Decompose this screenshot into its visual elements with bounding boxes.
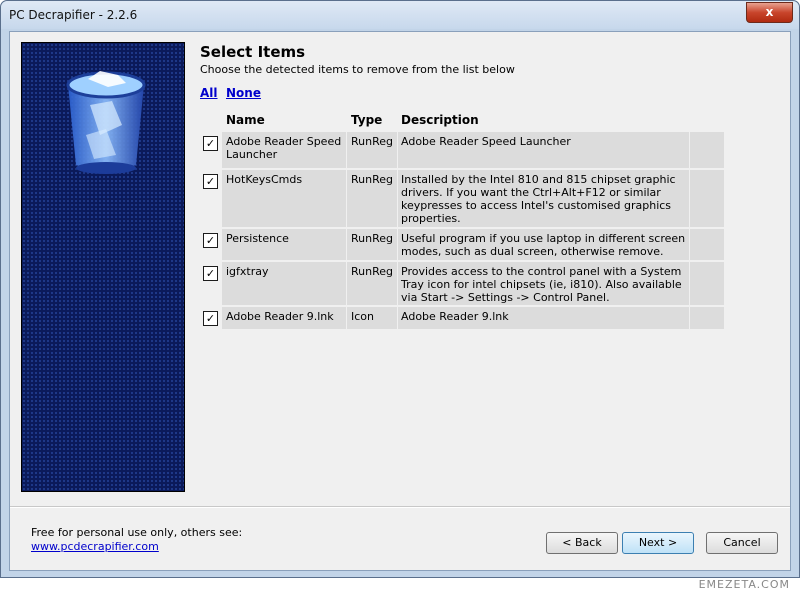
item-checkbox[interactable]: ✓ bbox=[203, 233, 218, 248]
wizard-page: Select Items Choose the detected items t… bbox=[9, 31, 791, 571]
website-link[interactable]: www.pcdecrapifier.com bbox=[31, 540, 159, 553]
item-type: RunReg bbox=[351, 173, 393, 186]
close-button[interactable]: x bbox=[746, 2, 793, 23]
item-name: igfxtray bbox=[226, 265, 269, 278]
column-header-description[interactable]: Description bbox=[401, 113, 479, 127]
license-text: Free for personal use only, others see: bbox=[31, 526, 243, 539]
next-button[interactable]: Next > bbox=[622, 532, 694, 554]
table-header: Name Type Description bbox=[200, 110, 724, 132]
page-title: Select Items bbox=[200, 43, 306, 61]
table-row[interactable]: ✓ Persistence RunReg Useful program if y… bbox=[200, 229, 724, 260]
watermark: EMEZETA.COM bbox=[698, 578, 790, 591]
back-button[interactable]: < Back bbox=[546, 532, 618, 554]
item-name: Adobe Reader Speed Launcher bbox=[226, 135, 342, 161]
item-description: Useful program if you use laptop in diff… bbox=[401, 232, 686, 258]
item-checkbox[interactable]: ✓ bbox=[203, 266, 218, 281]
select-none-link[interactable]: None bbox=[226, 86, 261, 100]
footer-divider bbox=[10, 506, 790, 508]
title-bar[interactable]: PC Decrapifier - 2.2.6 x bbox=[1, 1, 799, 29]
item-type: Icon bbox=[351, 310, 374, 323]
item-checkbox[interactable]: ✓ bbox=[203, 136, 218, 151]
recycle-bin-icon bbox=[60, 65, 152, 180]
item-checkbox[interactable]: ✓ bbox=[203, 174, 218, 189]
table-row[interactable]: ✓ igfxtray RunReg Provides access to the… bbox=[200, 262, 724, 305]
item-type: RunReg bbox=[351, 232, 393, 245]
checkmark-icon: ✓ bbox=[205, 234, 216, 247]
item-name: Adobe Reader 9.lnk bbox=[226, 310, 334, 323]
items-table: Name Type Description ✓ Adobe Reader Spe… bbox=[200, 110, 724, 331]
item-description: Provides access to the control panel wit… bbox=[401, 265, 682, 304]
item-name: HotKeysCmds bbox=[226, 173, 303, 186]
checkmark-icon: ✓ bbox=[205, 312, 216, 325]
column-header-type[interactable]: Type bbox=[351, 113, 382, 127]
window-title: PC Decrapifier - 2.2.6 bbox=[9, 8, 138, 22]
app-window: PC Decrapifier - 2.2.6 x Select Items Ch… bbox=[0, 0, 800, 578]
item-description: Adobe Reader Speed Launcher bbox=[401, 135, 571, 148]
select-all-link[interactable]: All bbox=[200, 86, 218, 100]
item-description: Installed by the Intel 810 and 815 chips… bbox=[401, 173, 676, 225]
item-type: RunReg bbox=[351, 265, 393, 278]
side-banner bbox=[21, 42, 185, 492]
table-row[interactable]: ✓ Adobe Reader 9.lnk Icon Adobe Reader 9… bbox=[200, 307, 724, 329]
checkmark-icon: ✓ bbox=[205, 175, 216, 188]
item-name: Persistence bbox=[226, 232, 289, 245]
table-row[interactable]: ✓ Adobe Reader Speed Launcher RunReg Ado… bbox=[200, 132, 724, 168]
item-description: Adobe Reader 9.lnk bbox=[401, 310, 509, 323]
table-row[interactable]: ✓ HotKeysCmds RunReg Installed by the In… bbox=[200, 170, 724, 227]
page-subtitle: Choose the detected items to remove from… bbox=[200, 63, 515, 76]
item-type: RunReg bbox=[351, 135, 393, 148]
checkmark-icon: ✓ bbox=[205, 137, 216, 150]
item-checkbox[interactable]: ✓ bbox=[203, 311, 218, 326]
column-header-name[interactable]: Name bbox=[226, 113, 265, 127]
cancel-button[interactable]: Cancel bbox=[706, 532, 778, 554]
checkmark-icon: ✓ bbox=[205, 267, 216, 280]
